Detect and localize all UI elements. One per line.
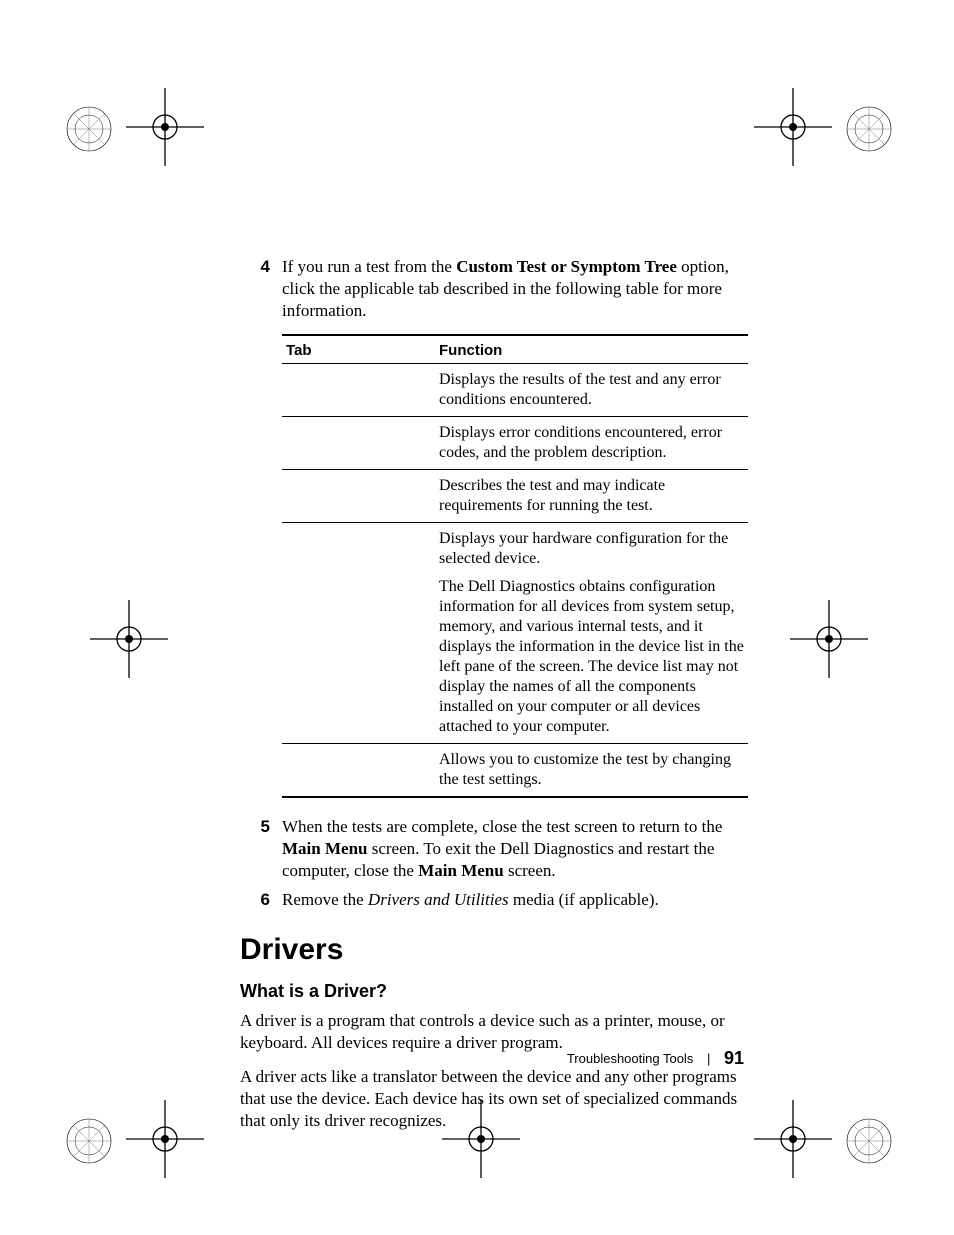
table-cell: Displays the results of the test and any… (435, 364, 748, 417)
footer-section-label: Troubleshooting Tools (567, 1051, 693, 1066)
step-5: 5 When the tests are complete, close the… (240, 816, 744, 882)
step-text: When the tests are complete, close the t… (282, 816, 744, 882)
text-bold: Custom Test or Symptom Tree (456, 257, 677, 276)
text: If you run a test from the (282, 257, 456, 276)
registration-target-icon (790, 600, 868, 678)
registration-target-icon (90, 600, 168, 678)
step-6: 6 Remove the Drivers and Utilities media… (240, 889, 744, 911)
text-bold: Main Menu (418, 861, 503, 880)
step-4: 4 If you run a test from the Custom Test… (240, 256, 744, 322)
page-content: 4 If you run a test from the Custom Test… (240, 256, 744, 1144)
step-number: 5 (240, 816, 282, 882)
tab-function-table: Tab Function Displays the results of the… (282, 334, 748, 798)
table-row: Describes the test and may indicate requ… (282, 470, 748, 523)
text-italic: Drivers and Utilities (368, 890, 509, 909)
text-bold: Main Menu (282, 839, 367, 858)
section-heading-drivers: Drivers (240, 933, 744, 967)
table-row: Displays error conditions encountered, e… (282, 417, 748, 470)
page-number: 91 (724, 1048, 744, 1068)
table-cell: Displays error conditions encountered, e… (435, 417, 748, 470)
text: Displays your hardware configuration for… (439, 529, 744, 569)
text: The Dell Diagnostics obtains configurati… (439, 577, 744, 737)
crop-mark-corner (844, 104, 894, 154)
text: Remove the (282, 890, 368, 909)
registration-target-icon (126, 1100, 204, 1178)
crop-mark-corner (64, 1116, 114, 1166)
body-paragraph: A driver acts like a translator between … (240, 1066, 744, 1132)
table-row: Displays your hardware configuration for… (282, 523, 748, 744)
step-number: 6 (240, 889, 282, 911)
footer-separator: | (707, 1051, 710, 1066)
text: screen. (504, 861, 556, 880)
table-row: Allows you to customize the test by chan… (282, 744, 748, 798)
table-header-tab: Tab (282, 335, 435, 364)
table-cell: Displays your hardware configuration for… (435, 523, 748, 744)
step-text: Remove the Drivers and Utilities media (… (282, 889, 744, 911)
subheading-what-is-a-driver: What is a Driver? (240, 981, 744, 1002)
crop-mark-corner (64, 104, 114, 154)
registration-target-icon (754, 88, 832, 166)
step-number: 4 (240, 256, 282, 322)
table-cell: Allows you to customize the test by chan… (435, 744, 748, 798)
crop-mark-corner (844, 1116, 894, 1166)
table-header-function: Function (435, 335, 748, 364)
text: media (if applicable). (509, 890, 659, 909)
step-text: If you run a test from the Custom Test o… (282, 256, 744, 322)
page-footer: Troubleshooting Tools | 91 (240, 1048, 744, 1069)
registration-target-icon (126, 88, 204, 166)
table-row: Displays the results of the test and any… (282, 364, 748, 417)
table-cell: Describes the test and may indicate requ… (435, 470, 748, 523)
text: When the tests are complete, close the t… (282, 817, 722, 836)
registration-target-icon (754, 1100, 832, 1178)
